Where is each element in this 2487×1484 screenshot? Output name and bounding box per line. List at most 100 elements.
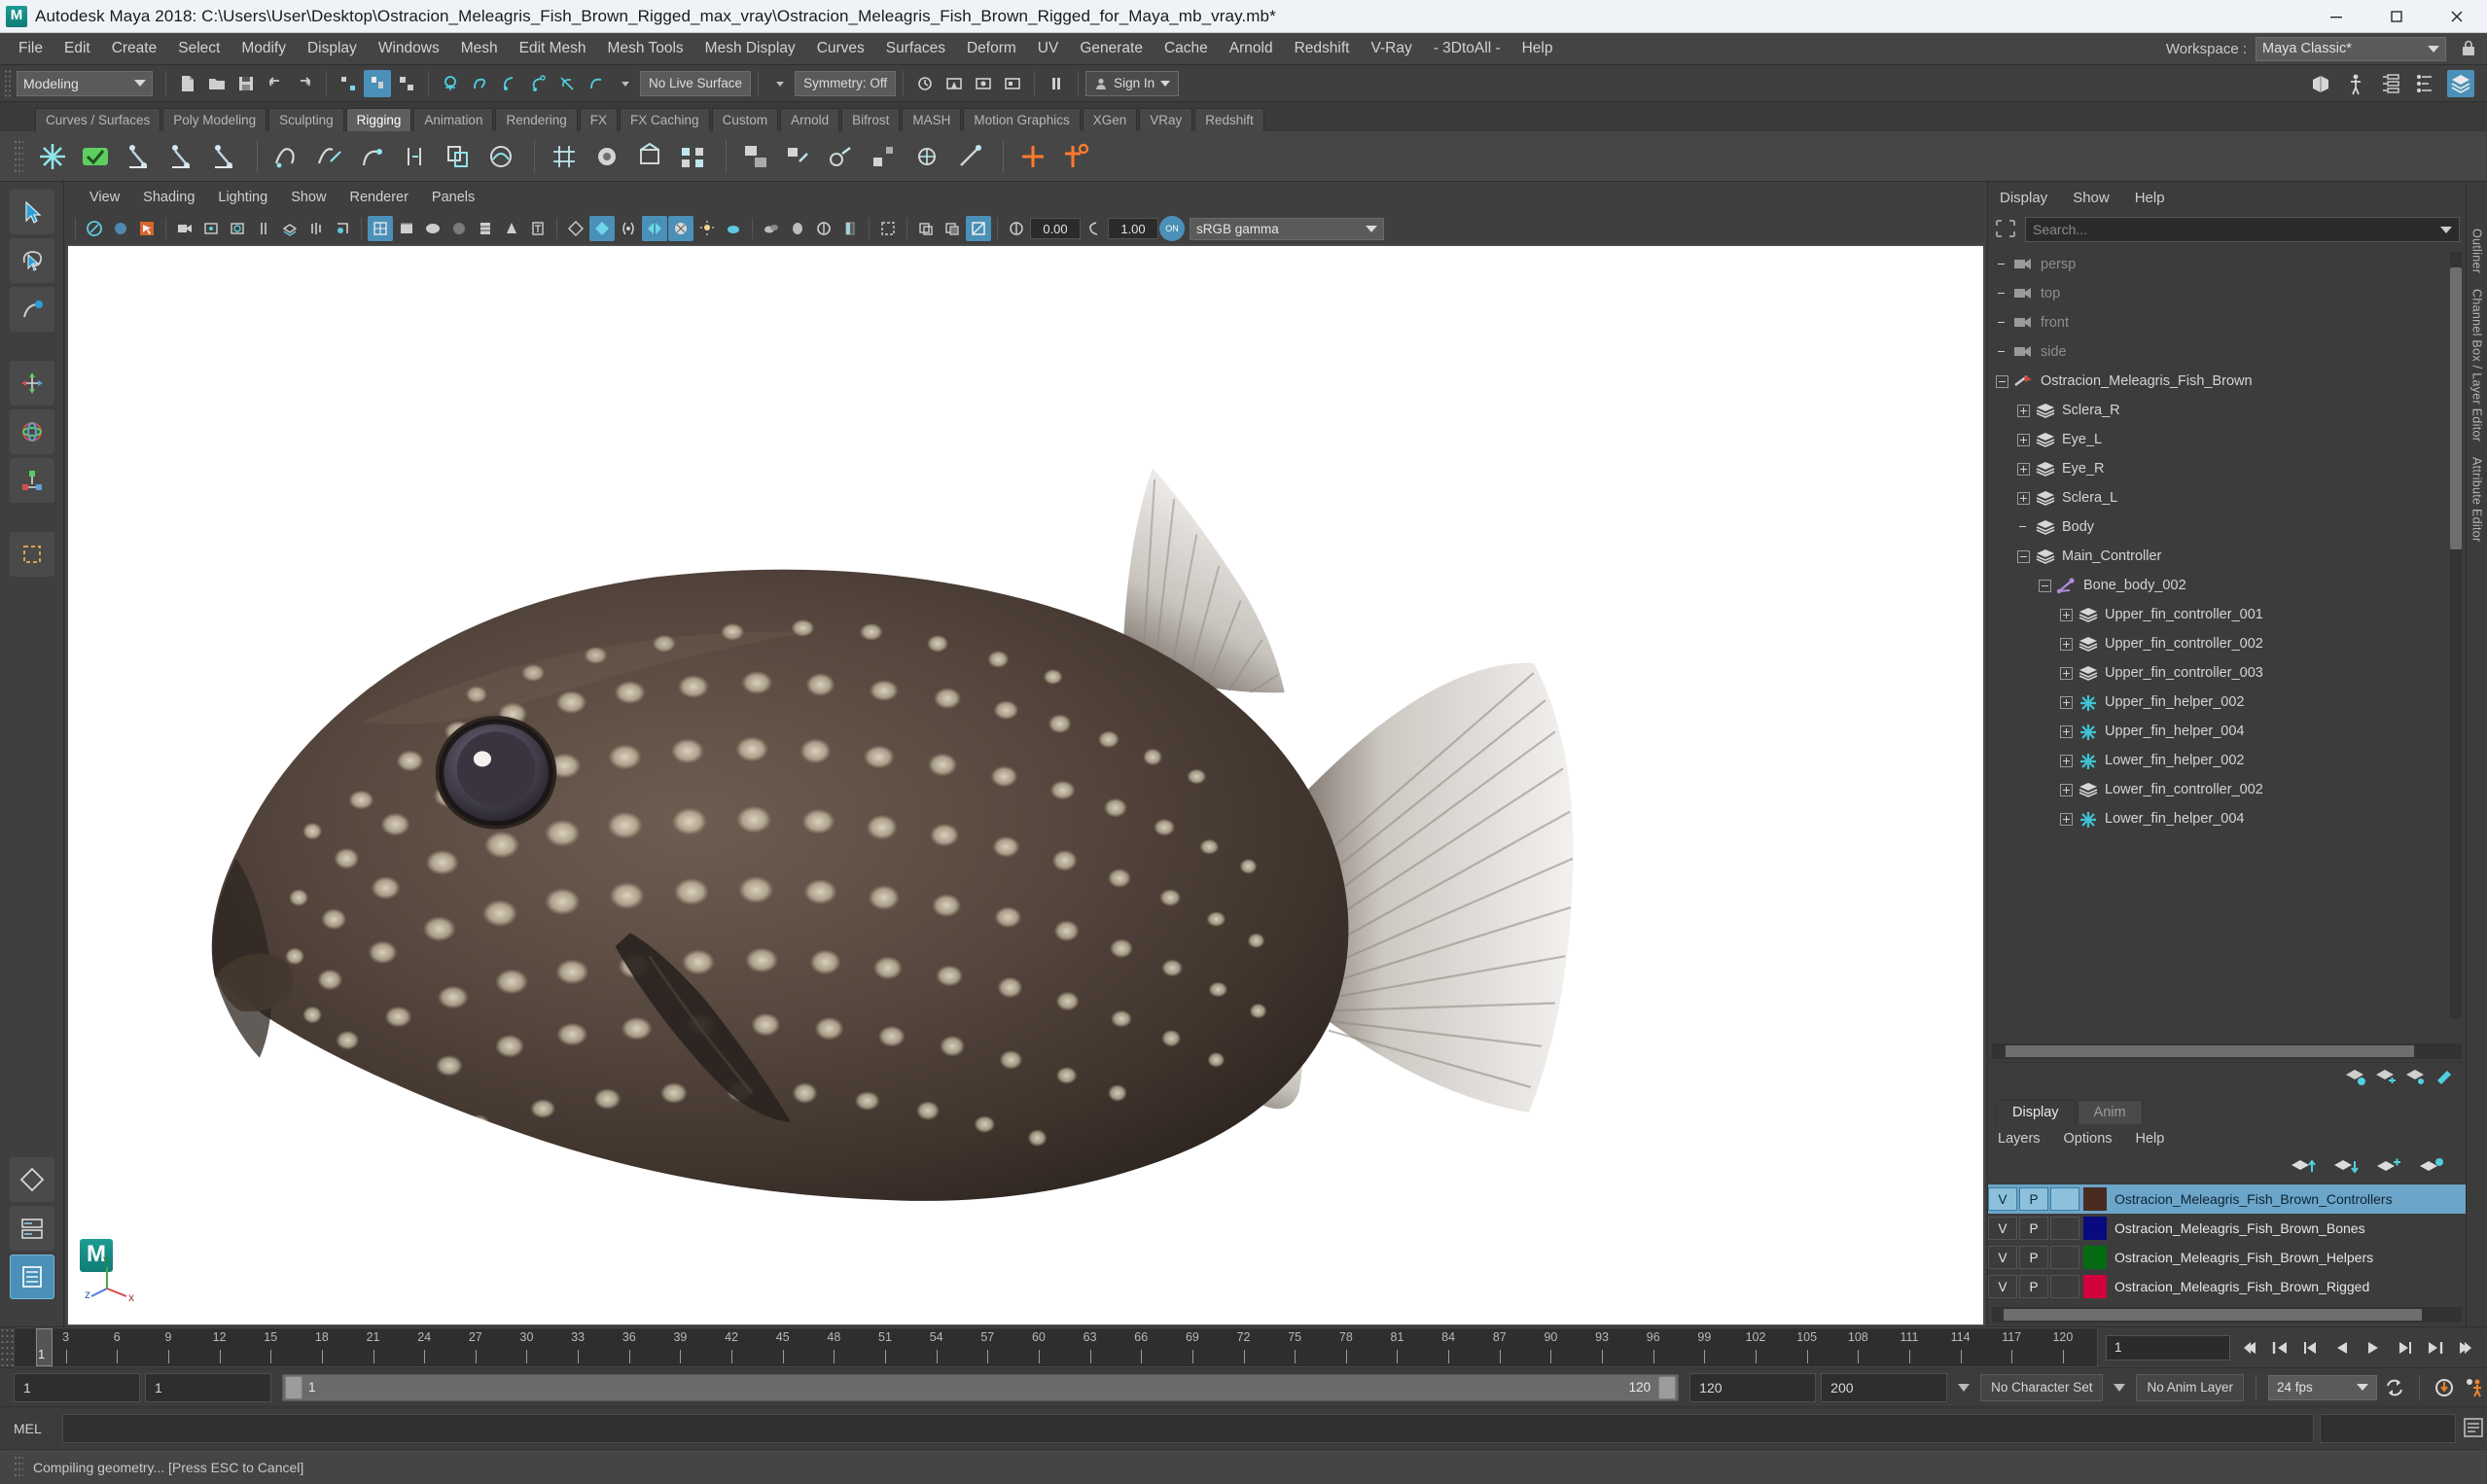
live-surface-field[interactable]: No Live Surface xyxy=(640,70,752,96)
layer-visibility-toggle[interactable]: V xyxy=(1988,1275,2017,1298)
viewport-menu-view[interactable]: View xyxy=(78,182,131,213)
chevron-down-icon[interactable] xyxy=(612,70,639,97)
move-layer-down-icon[interactable] xyxy=(2333,1156,2359,1183)
attribute-editor-icon[interactable] xyxy=(2377,70,2404,97)
script-editor-icon[interactable] xyxy=(2462,1416,2487,1441)
maximize-button[interactable] xyxy=(2366,0,2427,32)
edit-layer-icon[interactable] xyxy=(2434,1067,2456,1091)
outliner-item[interactable]: side xyxy=(1988,337,2466,367)
step-forward-icon[interactable] xyxy=(2423,1335,2448,1360)
outliner-item[interactable]: front xyxy=(1988,308,2466,337)
mirror-skin-weights-icon[interactable] xyxy=(396,137,435,176)
layer-visibility-toggle[interactable]: V xyxy=(1988,1217,2017,1240)
lights-default-icon[interactable] xyxy=(589,216,615,241)
menu-edit[interactable]: Edit xyxy=(53,33,101,64)
display-layers-list[interactable]: V P Ostracion_Meleagris_Fish_Brown_Control… xyxy=(1988,1184,2466,1301)
smooth-bind-icon[interactable] xyxy=(481,137,520,176)
snap-point-icon[interactable] xyxy=(495,70,522,97)
texture-icon[interactable] xyxy=(525,216,551,241)
layer-shading-toggle[interactable] xyxy=(2050,1246,2079,1269)
viewport-3d[interactable]: y z x xyxy=(66,244,1985,1326)
shelf-tab-animation[interactable]: Animation xyxy=(413,108,494,131)
expand-icon[interactable] xyxy=(2060,637,2073,651)
edge-tab-outliner[interactable]: Outliner xyxy=(2469,221,2486,281)
smooth-shade-all-icon[interactable] xyxy=(394,216,419,241)
menu-generate[interactable]: Generate xyxy=(1069,33,1154,64)
play-forwards-icon[interactable] xyxy=(2361,1335,2386,1360)
outliner-item[interactable]: Upper_fin_controller_002 xyxy=(1988,629,2466,658)
menu-windows[interactable]: Windows xyxy=(368,33,450,64)
orient-constraint-icon[interactable] xyxy=(822,137,861,176)
lattice-deform-icon[interactable] xyxy=(545,137,584,176)
camera-attributes-icon[interactable] xyxy=(108,216,133,241)
expand-icon[interactable] xyxy=(2060,695,2073,709)
layer-playback-toggle[interactable]: P xyxy=(2019,1217,2048,1240)
menu-cache[interactable]: Cache xyxy=(1154,33,1219,64)
add-attribute-icon[interactable] xyxy=(1013,137,1052,176)
previous-key-icon[interactable] xyxy=(2298,1335,2324,1360)
outliner-item[interactable]: Eye_R xyxy=(1988,454,2466,483)
outliner-item[interactable]: Upper_fin_controller_003 xyxy=(1988,658,2466,688)
pick-walk-icon[interactable] xyxy=(1994,218,2019,241)
lights-all-icon[interactable] xyxy=(616,216,641,241)
lock-icon[interactable] xyxy=(2460,39,2477,58)
parent-constraint-icon[interactable] xyxy=(736,137,775,176)
single-pane-layout-button[interactable] xyxy=(9,1157,54,1202)
layer-options-icon[interactable] xyxy=(2404,1067,2426,1091)
command-response-field[interactable] xyxy=(2320,1413,2456,1443)
shelf-tab-motion-graphics[interactable]: Motion Graphics xyxy=(963,108,1081,131)
layer-color-swatch[interactable] xyxy=(2083,1246,2107,1269)
menu-edit-mesh[interactable]: Edit Mesh xyxy=(509,33,597,64)
open-scene-icon[interactable] xyxy=(203,70,231,97)
exposure-value-field[interactable]: 0.00 xyxy=(1030,218,1081,239)
layer-playback-toggle[interactable]: P xyxy=(2019,1187,2048,1211)
set-driven-key-icon[interactable] xyxy=(1056,137,1095,176)
chevron-down-icon[interactable] xyxy=(2114,1383,2126,1392)
collapse-icon[interactable] xyxy=(2017,549,2030,563)
menu-help[interactable]: Help xyxy=(1511,33,1564,64)
shelf-tab-arnold[interactable]: Arnold xyxy=(780,108,840,131)
collapse-icon[interactable] xyxy=(2039,579,2051,592)
outliner-item[interactable]: Main_Controller xyxy=(1988,542,2466,571)
shelf-tab-rigging[interactable]: Rigging xyxy=(345,108,412,131)
layer-shading-toggle[interactable] xyxy=(2050,1187,2079,1211)
shelf-tab-bifrost[interactable]: Bifrost xyxy=(841,108,901,131)
edge-tab-channel-box[interactable]: Channel Box / Layer Editor xyxy=(2469,281,2486,449)
ik-handle-tool-icon[interactable] xyxy=(76,137,115,176)
outliner-item[interactable]: Lower_fin_helper_004 xyxy=(1988,804,2466,833)
screen-space-ao-icon[interactable] xyxy=(785,216,810,241)
shelf-tab-xgen[interactable]: XGen xyxy=(1082,108,1138,131)
animation-end-field[interactable]: 200 xyxy=(1821,1372,1948,1402)
menu-3dtoall[interactable]: - 3DtoAll - xyxy=(1423,33,1511,64)
tab-display[interactable]: Display xyxy=(1996,1100,2076,1124)
snap-projection-icon[interactable] xyxy=(524,70,551,97)
select-camera-icon[interactable] xyxy=(82,216,107,241)
outliner-item[interactable]: Lower_fin_helper_002 xyxy=(1988,746,2466,775)
create-layer-icon[interactable] xyxy=(2344,1067,2365,1091)
undo-icon[interactable] xyxy=(262,70,289,97)
mel-command-input[interactable] xyxy=(62,1413,2314,1443)
pause-icon[interactable] xyxy=(1043,70,1070,97)
viewport-menu-panels[interactable]: Panels xyxy=(420,182,486,213)
two-pane-layout-button[interactable] xyxy=(9,1206,54,1251)
layer-color-swatch[interactable] xyxy=(2083,1275,2107,1298)
playback-end-field[interactable]: 120 xyxy=(1689,1372,1817,1402)
isolate-select-icon[interactable] xyxy=(330,216,355,241)
expand-icon[interactable] xyxy=(2060,812,2073,826)
outliner-item[interactable]: Upper_fin_helper_002 xyxy=(1988,688,2466,717)
shelf-tab-mash[interactable]: MASH xyxy=(902,108,962,131)
outliner-search-input[interactable] xyxy=(2033,222,2434,237)
outliner-item[interactable]: Upper_fin_controller_001 xyxy=(1988,600,2466,629)
scale-tool-button[interactable] xyxy=(9,458,54,503)
wireframe-shading-icon[interactable] xyxy=(368,216,393,241)
outliner-item[interactable]: Upper_fin_helper_004 xyxy=(1988,717,2466,746)
layers-horizontal-scrollbar[interactable] xyxy=(1992,1307,2462,1323)
animation-preferences-icon[interactable] xyxy=(2462,1375,2487,1400)
last-tool-button[interactable] xyxy=(9,532,54,577)
two-sided-lighting-icon[interactable] xyxy=(198,216,224,241)
range-slider[interactable]: 1 120 xyxy=(282,1373,1680,1401)
menu-arnold[interactable]: Arnold xyxy=(1219,33,1284,64)
outliner-menu-help[interactable]: Help xyxy=(2135,190,2181,206)
shelf-tab-redshift[interactable]: Redshift xyxy=(1194,108,1264,131)
shadows-icon[interactable] xyxy=(642,216,667,241)
